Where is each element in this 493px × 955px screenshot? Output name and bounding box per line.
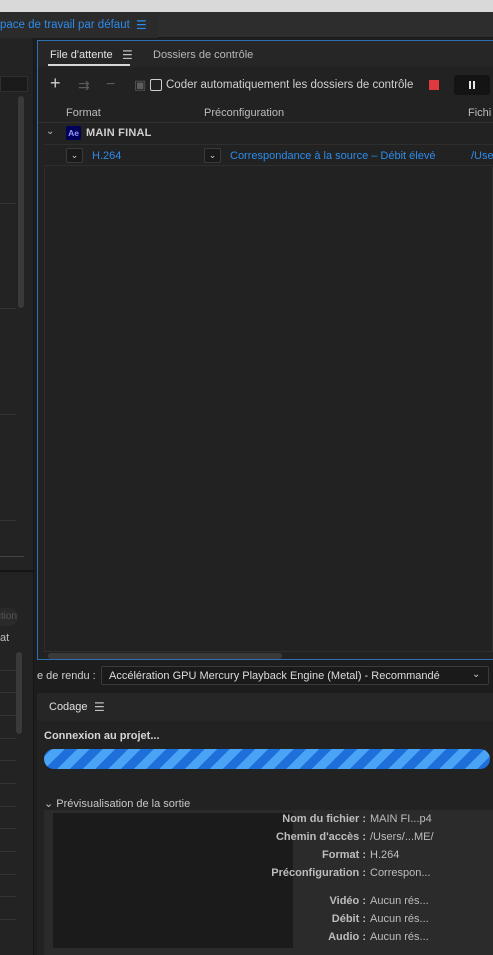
stop-button[interactable] [429,80,439,90]
format-dropdown-chevron-icon[interactable]: ⌄ [66,148,83,163]
left-panel-header: at [0,632,30,648]
tab-watch-folders[interactable]: Dossiers de contrôle [153,49,253,61]
preset-link[interactable]: Correspondance à la source – Débit élevé [230,150,435,162]
encoding-panel-menu-icon[interactable]: ☰ [94,700,105,714]
info-key: Audio : [328,931,366,943]
info-value: /Users/...ME/ [370,831,434,843]
active-tab-indicator [48,64,130,66]
left-panel-divider [0,828,16,829]
renderer-row: e de rendu : Accélération GPU Mercury Pl… [37,664,493,688]
info-value: MAIN FI...p4 [370,813,432,825]
chevron-down-icon: ⌄ [472,669,481,680]
left-panel-divider [0,851,16,852]
left-panel-divider [0,806,16,807]
info-key: Chemin d'accès : [275,831,366,843]
pause-icon [469,81,471,89]
auto-encode-checkbox[interactable] [150,79,162,91]
duplicate-icon[interactable]: ⇉ [78,77,90,93]
left-panel-divider [0,692,16,693]
left-panel-divider [0,520,16,521]
left-panel-field[interactable] [0,76,28,92]
info-value: Correspon... [370,867,431,879]
left-panel-scrollbar[interactable] [18,96,24,308]
left-panel-button-label: ction [0,611,18,622]
encoding-status: Connexion au projet... [44,730,160,742]
queue-panel: File d'attente ☰ Dossiers de contrôle + … [37,40,493,660]
workspace-title[interactable]: pace de travail par défaut [0,12,158,38]
left-panel-divider [0,715,16,716]
queue-column-headers: Format Préconfiguration Fichi [38,103,493,123]
info-row-format: Format : H.264 [264,849,493,867]
add-source-icon[interactable]: + [50,74,61,92]
info-row-bitrate: Débit : Aucun rés... [264,913,493,931]
column-output-file[interactable]: Fichi [468,107,491,119]
info-key: Préconfiguration : [271,867,366,879]
queue-list-area[interactable] [44,167,493,652]
remove-icon[interactable]: − [106,77,115,93]
info-row-filename: Nom du fichier : MAIN FI...p4 [264,813,493,831]
info-value: H.264 [370,849,400,861]
encoding-panel: Codage ☰ Connexion au projet... ⌄ Prévis… [37,693,493,955]
left-panel-button[interactable]: ction [0,608,18,626]
info-value: Aucun rés... [370,895,429,907]
pause-icon [473,81,475,89]
encoding-tab-bar: Codage ☰ [37,693,493,721]
window-top-strip [0,0,493,12]
left-panel-divider [0,738,16,739]
left-panel-divider [0,760,16,761]
format-link[interactable]: H.264 [92,150,121,162]
queue-panel-menu-icon[interactable]: ☰ [122,48,133,62]
left-panel-header-label: at [0,632,10,644]
left-panel-divider [0,203,16,204]
info-value: Aucun rés... [370,913,429,925]
info-key: Nom du fichier : [282,813,366,825]
group-name: MAIN FINAL [86,127,152,139]
preview-thumbnail [53,813,293,948]
left-panel-divider [0,414,16,415]
preview-section-header[interactable]: ⌄ Prévisualisation de la sortie [44,797,190,810]
encoding-progress-bar [44,749,490,769]
preset-dropdown-chevron-icon[interactable]: ⌄ [204,148,221,163]
queue-group-row[interactable]: ⌄ Ae MAIN FINAL [44,125,493,143]
left-panel-divider [0,670,16,671]
left-panel-divider [0,874,16,875]
info-key: Vidéo : [329,895,366,907]
info-row-video: Vidéo : Aucun rés... [264,895,493,913]
column-preset[interactable]: Préconfiguration [204,107,284,119]
renderer-value: Accélération GPU Mercury Playback Engine… [109,670,440,682]
left-panel-divider [0,783,16,784]
output-file-link[interactable]: /Use [471,150,493,162]
info-row-preset: Préconfiguration : Correspon... [264,867,493,885]
queue-output-row[interactable]: ⌄ H.264 ⌄ Correspondance à la source – D… [44,144,493,166]
left-side-panel: ction at [0,38,34,955]
pause-button[interactable] [454,75,490,95]
info-row-path: Chemin d'accès : /Users/...ME/ [264,831,493,849]
watch-folder-icon[interactable]: ▣ [134,77,146,93]
info-key: Débit : [331,913,366,925]
queue-horizontal-scrollbar[interactable] [48,653,282,659]
left-panel-divider [0,556,24,557]
queue-toolbar: + ⇉ − ▣ Coder automatiquement les dossie… [38,69,493,103]
left-panel-separator [0,570,34,572]
renderer-select[interactable]: Accélération GPU Mercury Playback Engine… [101,666,489,685]
tab-encoding[interactable]: Codage [49,701,88,713]
info-value: Aucun rés... [370,931,429,943]
renderer-label: e de rendu : [37,670,96,682]
left-panel-scrollbar-2[interactable] [16,652,22,734]
left-panel-divider [0,919,16,920]
info-key: Format : [322,849,366,861]
preview-area: Nom du fichier : MAIN FI...p4 Chemin d'a… [44,810,493,955]
info-row-audio: Audio : Aucun rés... [264,931,493,949]
workspace-menu-icon[interactable]: ☰ [136,12,147,38]
auto-encode-label: Coder automatiquement les dossiers de co… [166,79,414,91]
left-panel-divider [0,896,16,897]
preview-header-label: Prévisualisation de la sortie [56,798,191,810]
after-effects-icon: Ae [66,126,81,140]
queue-tab-bar: File d'attente ☰ Dossiers de contrôle [38,41,493,67]
left-panel-divider [0,308,16,309]
tab-queue[interactable]: File d'attente [50,49,113,61]
chevron-down-icon[interactable]: ⌄ [46,126,54,137]
column-format[interactable]: Format [66,107,101,119]
